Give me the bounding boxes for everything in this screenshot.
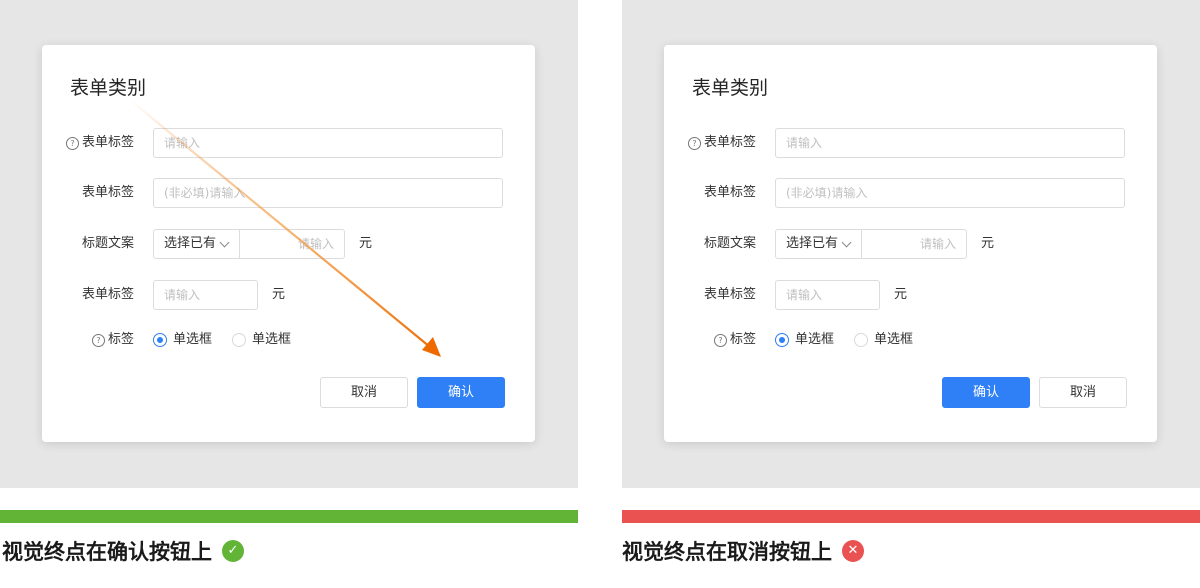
cancel-button[interactable]: 取消 [1039, 377, 1127, 408]
correct-indicator-bar [0, 510, 578, 523]
select-dropdown[interactable]: 选择已有 [153, 229, 240, 259]
form-row: ? 表单标签 请输入 [42, 128, 535, 158]
form-row: 表单标签 (非必填)请输入 [664, 178, 1157, 208]
select-value: 选择已有 [164, 236, 217, 251]
field-label-text: 表单标签 [81, 185, 134, 200]
field-label: 标题文案 [704, 229, 756, 259]
chevron-down-icon [841, 237, 852, 248]
form-row: 表单标签 请输入 元 [664, 280, 1157, 310]
incorrect-caption: 视觉终点在取消按钮上 ✕ [622, 537, 864, 565]
left-example-panel: 表单类别 ? 表单标签 请输入 表单标签 (非必填)请输入 标题文案 选择已有 … [0, 0, 578, 488]
unit-label: 元 [359, 236, 373, 251]
form-row: ? 标签 单选框 单选框 [42, 325, 535, 355]
radio-label[interactable]: 单选框 [874, 325, 913, 355]
form-dialog: 表单类别 ? 表单标签 请输入 表单标签 (非必填)请输入 标题文案 选择已有 … [42, 45, 535, 442]
amount-input[interactable]: 请输入 [775, 280, 880, 310]
form-dialog: 表单类别 ? 表单标签 请输入 表单标签 (非必填)请输入 标题文案 选择已有 … [664, 45, 1157, 442]
cancel-button[interactable]: 取消 [320, 377, 408, 408]
radio-label[interactable]: 单选框 [795, 325, 834, 355]
dialog-title: 表单类别 [70, 77, 147, 99]
correct-caption: 视觉终点在确认按钮上 ✓ [2, 537, 244, 565]
form-row: ? 表单标签 请输入 [664, 128, 1157, 158]
field-label: ? 标签 [91, 325, 134, 355]
question-circle-icon[interactable]: ? [687, 136, 701, 150]
caption-text: 视觉终点在确认按钮上 [2, 540, 212, 564]
field-label-text: 表单标签 [81, 287, 134, 302]
field-label-text: 表单标签 [703, 287, 756, 302]
question-circle-icon[interactable]: ? [91, 333, 105, 347]
field-label: 表单标签 [82, 178, 134, 208]
radio-button[interactable] [232, 333, 246, 347]
amount-input[interactable]: 请输入 [239, 229, 345, 259]
form-row: 表单标签 请输入 元 [42, 280, 535, 310]
radio-button-checked[interactable] [775, 333, 789, 347]
radio-label[interactable]: 单选框 [252, 325, 291, 355]
select-value: 选择已有 [786, 236, 839, 251]
confirm-button[interactable]: 确认 [942, 377, 1030, 408]
radio-label[interactable]: 单选框 [173, 325, 212, 355]
unit-label: 元 [894, 287, 908, 302]
form-row: 表单标签 (非必填)请输入 [42, 178, 535, 208]
field-label-text: 标签 [107, 332, 134, 347]
field-label-text: 表单标签 [81, 135, 134, 150]
field-label: 表单标签 [704, 178, 756, 208]
field-label-text: 标题文案 [703, 236, 756, 251]
field-label: ? 表单标签 [687, 128, 756, 158]
confirm-button[interactable]: 确认 [417, 377, 505, 408]
select-dropdown[interactable]: 选择已有 [775, 229, 862, 259]
check-icon: ✓ [222, 540, 244, 562]
close-icon: ✕ [842, 540, 864, 562]
question-circle-icon[interactable]: ? [713, 333, 727, 347]
field-label-text: 表单标签 [703, 135, 756, 150]
field-label: ? 表单标签 [65, 128, 134, 158]
form-row: 标题文案 选择已有 请输入 元 [42, 229, 535, 259]
field-label-text: 标签 [729, 332, 756, 347]
chevron-down-icon [219, 237, 230, 248]
field-label-text: 表单标签 [703, 185, 756, 200]
field-label: 表单标签 [704, 280, 756, 310]
radio-button[interactable] [854, 333, 868, 347]
radio-button-checked[interactable] [153, 333, 167, 347]
form-row: ? 标签 单选框 单选框 [664, 325, 1157, 355]
text-input[interactable]: 请输入 [153, 128, 503, 158]
text-input[interactable]: 请输入 [775, 128, 1125, 158]
optional-text-input[interactable]: (非必填)请输入 [775, 178, 1125, 208]
field-label: 表单标签 [82, 280, 134, 310]
amount-input[interactable]: 请输入 [861, 229, 967, 259]
field-label: 标题文案 [82, 229, 134, 259]
unit-label: 元 [272, 287, 286, 302]
unit-label: 元 [981, 236, 995, 251]
question-circle-icon[interactable]: ? [65, 136, 79, 150]
field-label: ? 标签 [713, 325, 756, 355]
incorrect-indicator-bar [622, 510, 1200, 523]
optional-text-input[interactable]: (非必填)请输入 [153, 178, 503, 208]
amount-input[interactable]: 请输入 [153, 280, 258, 310]
dialog-title: 表单类别 [692, 77, 769, 99]
form-row: 标题文案 选择已有 请输入 元 [664, 229, 1157, 259]
field-label-text: 标题文案 [81, 236, 134, 251]
right-example-panel: 表单类别 ? 表单标签 请输入 表单标签 (非必填)请输入 标题文案 选择已有 … [622, 0, 1200, 488]
caption-text: 视觉终点在取消按钮上 [622, 540, 832, 564]
